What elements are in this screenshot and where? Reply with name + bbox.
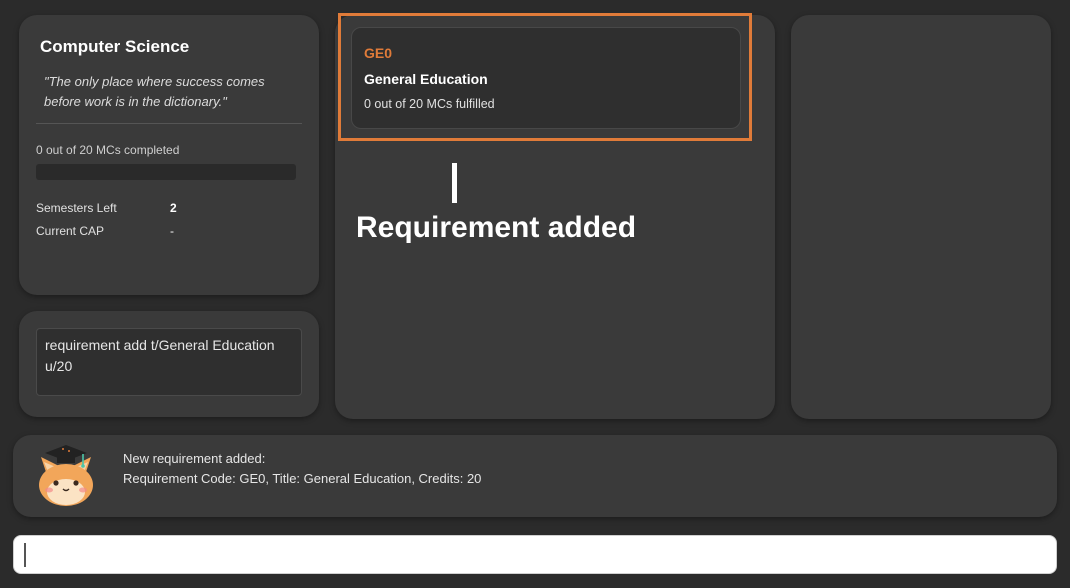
requirement-mcs: 0 out of 20 MCs fulfilled: [364, 97, 495, 111]
command-box[interactable]: [13, 535, 1057, 574]
profile-panel: Computer Science "The only place where s…: [19, 15, 319, 295]
result-display: New requirement added: Requirement Code:…: [13, 435, 1057, 517]
progress-text: 0 out of 20 MCs completed: [36, 143, 180, 157]
progress-bar: [36, 164, 296, 180]
current-cap-value: -: [170, 224, 174, 238]
text-caret: [24, 543, 26, 567]
requirement-code: GE0: [364, 45, 393, 61]
motivational-quote: "The only place where success comes befo…: [44, 74, 265, 109]
semesters-left-value: 2: [170, 201, 177, 215]
result-message-line2: Requirement Code: GE0, Title: General Ed…: [123, 471, 482, 486]
current-cap-label: Current CAP: [36, 224, 105, 238]
module-list-panel: [791, 15, 1051, 419]
semesters-left-label: Semesters Left: [36, 201, 117, 215]
requirement-title: General Education: [364, 71, 488, 87]
annotation-label: Requirement added: [356, 211, 637, 244]
major-name: Computer Science: [40, 37, 190, 56]
graduate-fox-icon: [39, 445, 93, 506]
divider: [36, 123, 302, 124]
annotation-pointer: [452, 163, 457, 203]
requirement-card[interactable]: GE0 General Education 0 out of 20 MCs fu…: [351, 27, 741, 129]
command-echo: requirement add t/General Education u/20: [36, 328, 302, 396]
result-message-line1: New requirement added:: [123, 451, 266, 466]
requirement-list-panel: GE0 General Education 0 out of 20 MCs fu…: [335, 13, 775, 419]
command-echo-panel: requirement add t/General Education u/20: [19, 311, 319, 417]
command-input[interactable]: [14, 536, 1056, 573]
